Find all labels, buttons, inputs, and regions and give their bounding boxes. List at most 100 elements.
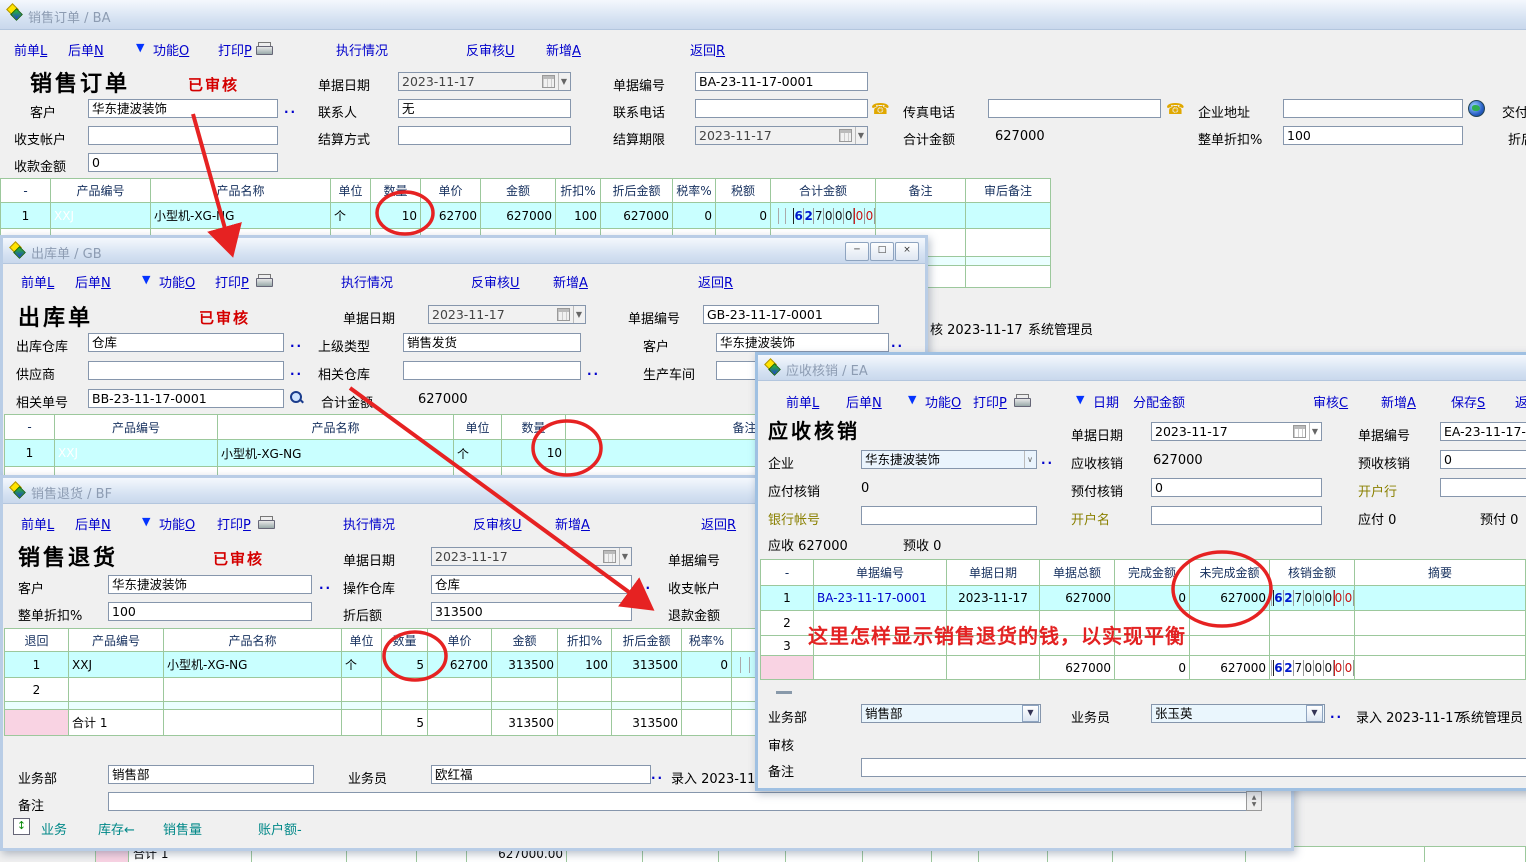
row-number[interactable]: 1	[761, 586, 814, 611]
ba-next-button[interactable]: 后单N	[68, 40, 104, 59]
tax-rate-cell[interactable]: 0	[673, 203, 716, 229]
gb-type-field[interactable]: 销售发货	[403, 333, 581, 352]
qty-cell[interactable]: 5	[382, 652, 428, 678]
row-number[interactable]: 1	[1, 203, 51, 229]
ba-discount-field[interactable]: 100	[1283, 126, 1463, 145]
chevron-down-icon[interactable]: ▼	[1309, 423, 1318, 440]
unit-cell[interactable]: 个	[454, 440, 502, 467]
ea-corp-picker[interactable]: ..	[1041, 453, 1054, 467]
ea-save-button[interactable]: 保存S	[1451, 392, 1485, 411]
ba-contact-field[interactable]: 无	[398, 99, 571, 118]
done-amount-cell[interactable]: 0	[1115, 586, 1190, 611]
chevron-down-icon[interactable]: ▼	[619, 548, 628, 565]
ea-acctname-field[interactable]	[1151, 506, 1322, 525]
bf-func-button[interactable]: 功能O	[159, 514, 195, 533]
gb-no-field[interactable]: GB-23-11-17-0001	[703, 305, 879, 324]
undone-amount-cell[interactable]: 627000	[1190, 586, 1270, 611]
writeoff-ledger-cell[interactable]: 62700000	[1270, 586, 1355, 611]
post-audit-memo-cell[interactable]	[966, 203, 1051, 229]
gb-prev-button[interactable]: 前单L	[21, 272, 54, 291]
ba-back-button[interactable]: 返回R	[690, 40, 725, 59]
bf-back-button[interactable]: 返回R	[701, 514, 736, 533]
chevron-down-icon[interactable]: ▼	[855, 127, 864, 144]
amount-cell[interactable]: 627000	[481, 203, 556, 229]
ea-corp-combo[interactable]: 华东捷波装饰 ∨	[861, 450, 1037, 469]
printer-icon[interactable]	[1014, 394, 1031, 407]
gb-next-button[interactable]: 后单N	[75, 272, 111, 291]
row-number[interactable]: 1	[5, 440, 55, 467]
gb-warehouse-picker[interactable]: ..	[290, 336, 303, 350]
ea-bank-field[interactable]	[1440, 478, 1526, 497]
ea-back-button[interactable]: 返回R	[1515, 392, 1526, 411]
gb-print-button[interactable]: 打印P	[215, 272, 249, 291]
gb-relno-field[interactable]: BB-23-11-17-0001	[88, 389, 284, 408]
bf-link-inventory[interactable]: 库存←	[98, 819, 135, 838]
gb-supplier-picker[interactable]: ..	[290, 364, 303, 378]
chevron-down-icon[interactable]: ▼	[1306, 705, 1323, 722]
gb-exec-button[interactable]: 执行情况	[341, 272, 393, 291]
price-cell[interactable]: 62700	[428, 652, 492, 678]
price-cell[interactable]: 62700	[421, 203, 481, 229]
bf-link-business[interactable]: 业务	[41, 819, 67, 838]
gb-back-button[interactable]: 返回R	[698, 272, 733, 291]
bf-opwh-picker[interactable]: ..	[639, 578, 652, 592]
summary-cell[interactable]	[1355, 586, 1526, 611]
ba-customer-picker[interactable]: ..	[284, 102, 297, 116]
row-number[interactable]: 2	[761, 611, 814, 636]
ba-customer-field[interactable]: 华东捷波装饰	[88, 99, 278, 118]
chevron-down-icon[interactable]: ▼	[1022, 705, 1039, 722]
ea-staff-picker[interactable]: ..	[1330, 707, 1343, 721]
bf-exec-button[interactable]: 执行情况	[343, 514, 395, 533]
ba-fax-field[interactable]	[988, 99, 1161, 118]
tax-rate-cell[interactable]: 0	[682, 652, 732, 678]
maximize-button[interactable]: □	[870, 242, 894, 261]
bf-prev-button[interactable]: 前单L	[21, 514, 54, 533]
chevron-down-icon[interactable]: ∨	[1024, 451, 1033, 468]
bf-after-field[interactable]: 313500	[431, 602, 632, 621]
chevron-down-icon[interactable]: ▼	[558, 73, 567, 90]
bf-customer-field[interactable]: 华东捷波装饰	[108, 575, 312, 594]
gb-relwh-picker[interactable]: ..	[587, 364, 600, 378]
doc-date-cell[interactable]: 2023-11-17	[947, 586, 1040, 611]
gb-customer-field[interactable]: 华东捷波装饰	[716, 333, 889, 352]
gb-warehouse-field[interactable]: 仓库	[88, 333, 284, 352]
bf-link-account[interactable]: 账户额-	[258, 819, 302, 838]
spin-down-icon[interactable]: ▼	[1252, 801, 1257, 808]
after-discount-cell[interactable]: 627000	[601, 203, 673, 229]
product-name-cell[interactable]: 小型机-XG-NG	[218, 440, 454, 467]
gb-customer-picker[interactable]: ..	[891, 336, 904, 350]
doc-no-cell[interactable]: BA-23-11-17-0001	[814, 586, 947, 611]
gb-unaudit-button[interactable]: 反审核U	[471, 272, 520, 291]
row-number[interactable]: 3	[761, 636, 814, 656]
unit-cell[interactable]: 个	[331, 203, 371, 229]
qty-cell[interactable]: 10	[371, 203, 421, 229]
printer-icon[interactable]	[258, 516, 275, 529]
ea-audit-button[interactable]: 审核C	[1313, 392, 1348, 411]
printer-icon[interactable]	[256, 42, 273, 55]
product-code-cell[interactable]: XXJ	[55, 440, 218, 467]
ba-account-field[interactable]	[88, 126, 278, 145]
product-name-cell[interactable]: 小型机-XG-NG	[164, 652, 342, 678]
bf-customer-picker[interactable]: ..	[319, 578, 332, 592]
ea-prev-button[interactable]: 前单L	[786, 392, 819, 411]
bf-staff-field[interactable]: 欧红福	[431, 765, 651, 784]
ea-dept-combo[interactable]: 销售部 ▼	[861, 704, 1041, 723]
product-code-cell[interactable]: XXJ	[51, 203, 151, 229]
tax-cell[interactable]: 0	[716, 203, 771, 229]
gb-relwh-field[interactable]	[403, 361, 581, 380]
ea-staff-combo[interactable]: 张玉英 ▼	[1151, 704, 1325, 723]
ea-print-button[interactable]: 打印P	[973, 392, 1007, 411]
memo-spinner[interactable]: ▲ ▼	[1246, 791, 1262, 811]
ea-next-button[interactable]: 后单N	[846, 392, 882, 411]
doc-total-cell[interactable]: 627000	[1040, 586, 1115, 611]
refresh-icon[interactable]: ↕	[13, 818, 30, 835]
ba-settle-field[interactable]	[398, 126, 571, 145]
ba-add-button[interactable]: 新增A	[546, 40, 581, 59]
gb-add-button[interactable]: 新增A	[553, 272, 588, 291]
ea-prepay-wo-field[interactable]: 0	[1151, 478, 1322, 497]
ea-prerecv-wo-field[interactable]: 0	[1440, 450, 1526, 469]
bf-print-button[interactable]: 打印P	[217, 514, 251, 533]
ba-exec-button[interactable]: 执行情况	[336, 40, 388, 59]
discount-cell[interactable]: 100	[558, 652, 612, 678]
ba-unaudit-button[interactable]: 反审核U	[466, 40, 515, 59]
